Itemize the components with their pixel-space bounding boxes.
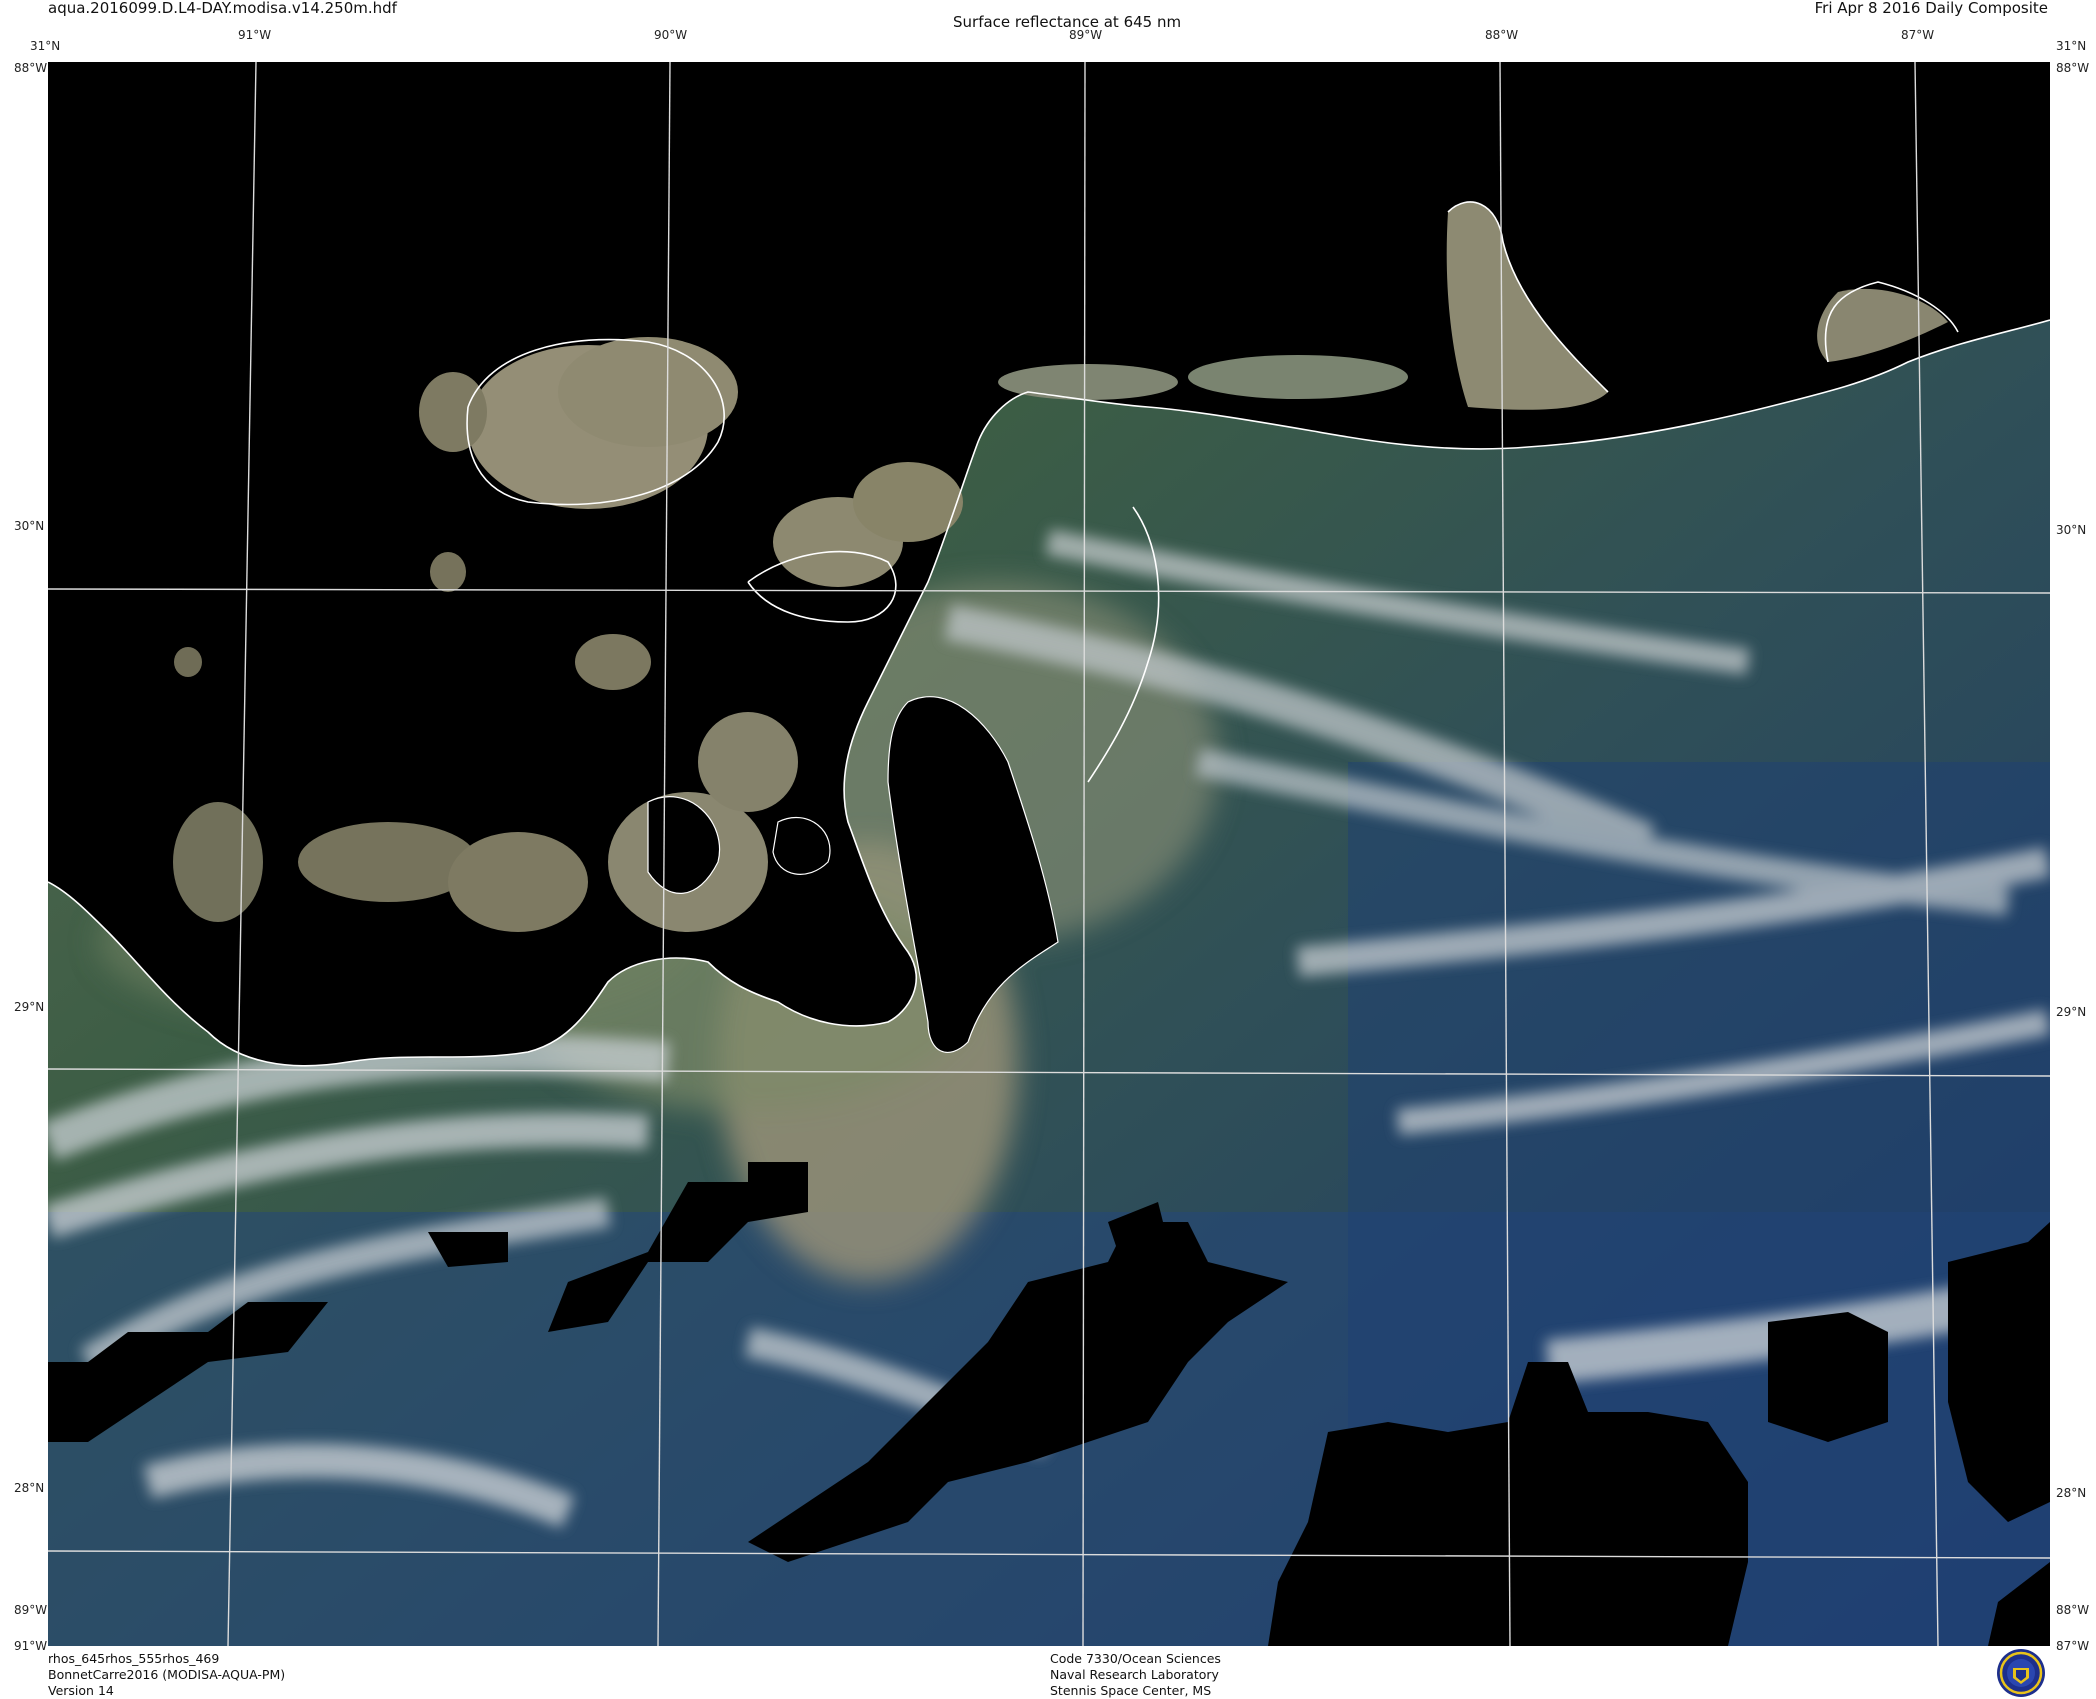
footer-version: Version 14 [48,1683,114,1698]
image-title: Surface reflectance at 645 nm [953,13,1182,31]
footer-code: Code 7330/Ocean Sciences [1050,1651,1221,1666]
lat-label-left-29n: 29°N [14,1000,45,1014]
lon-label-bottom-89w: 89°W [14,1603,48,1617]
lon-label-bottom-88w: 88°W [2056,1603,2090,1617]
footer-location: Stennis Space Center, MS [1050,1683,1212,1698]
lon-label-bottom-87w: 87°W [2056,1639,2090,1653]
lat-label-right-29n: 29°N [2056,1005,2087,1019]
footer-bands: rhos_645rhos_555rhos_469 [48,1651,220,1666]
lon-label-top-91w: 91°W [238,28,272,42]
footer-lab: Naval Research Laboratory [1050,1667,1219,1682]
lat-label-right-30n: 30°N [2056,523,2087,537]
file-name: aqua.2016099.D.L4-DAY.modisa.v14.250m.hd… [48,0,397,17]
nrl-seal-logo [1997,1649,2045,1697]
lat-label-right-28n: 28°N [2056,1486,2087,1500]
lon-label-top-88w: 88°W [1485,28,1519,42]
composite-date: Fri Apr 8 2016 Daily Composite [1814,0,2048,17]
satellite-map [48,62,2050,1646]
corner-top-right-lat: 31°N [2056,39,2087,53]
lon-label-top-90w: 90°W [654,28,688,42]
corner-top-left-lat: 31°N [30,39,61,53]
footer-dataset: BonnetCarre2016 (MODISA-AQUA-PM) [48,1667,286,1682]
lon-label-top-87w: 87°W [1901,28,1935,42]
lon-label-bottom-91w: 91°W [14,1639,48,1653]
corner-top-right-lon: 88°W [2056,61,2090,75]
lat-label-left-28n: 28°N [14,1481,45,1495]
corner-top-left-lon: 88°W [14,61,48,75]
lon-label-top-89w: 89°W [1069,28,1103,42]
lat-label-left-30n: 30°N [14,519,45,533]
